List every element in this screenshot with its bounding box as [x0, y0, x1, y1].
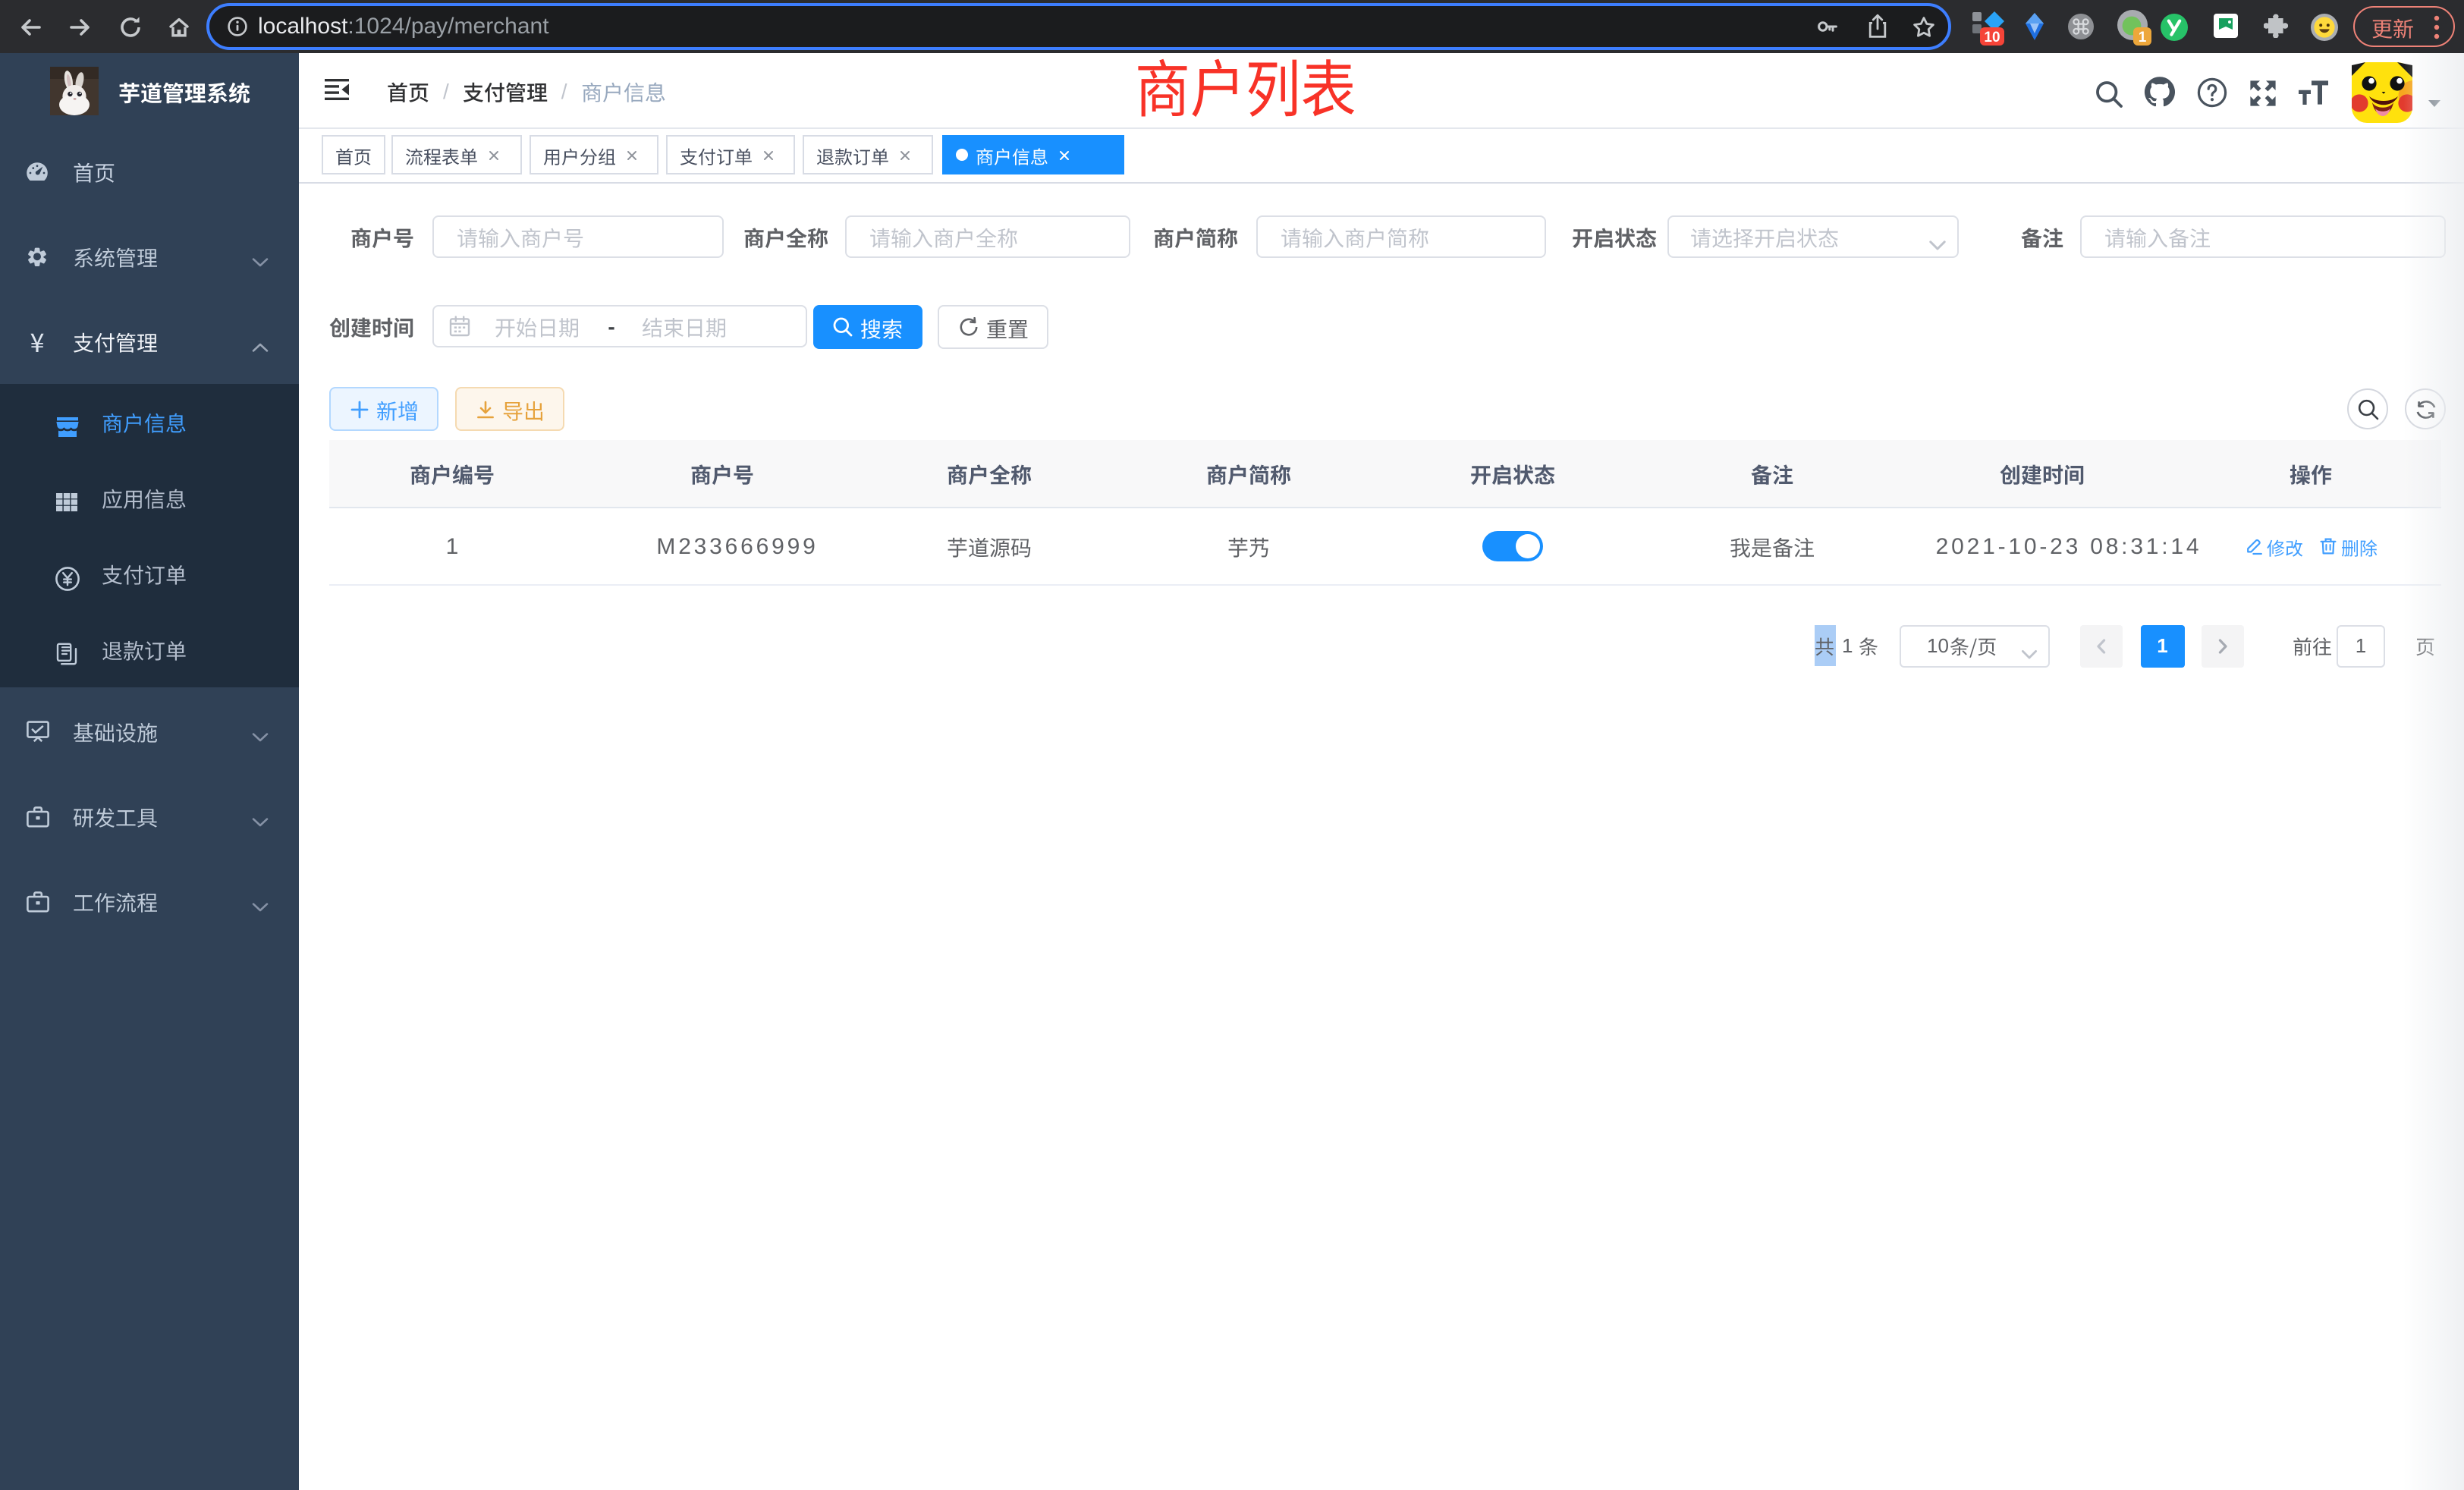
svg-text:10: 10	[1984, 30, 2000, 46]
svg-text:1: 1	[2139, 30, 2147, 46]
